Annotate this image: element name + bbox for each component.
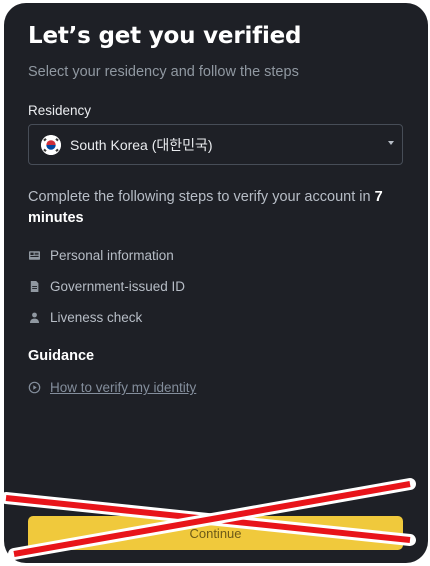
person-icon <box>30 312 39 323</box>
caret-down-icon <box>388 141 394 145</box>
continue-button[interactable]: Continue <box>28 516 403 550</box>
document-icon <box>30 281 39 292</box>
how-to-verify-link-label: How to verify my identity <box>50 380 197 395</box>
steps-intro: Complete the following steps to verify y… <box>28 187 388 229</box>
steps-intro-text: Complete the following steps to verify y… <box>28 189 375 205</box>
verification-panel: Let’s get you verified Select your resid… <box>4 3 428 563</box>
south-korea-flag-icon <box>41 134 61 155</box>
residency-value: South Korea (대한민국) <box>70 136 213 153</box>
step-liveness-check: Liveness check <box>28 310 142 325</box>
step-label: Government-issued ID <box>50 279 186 294</box>
guidance-heading: Guidance <box>28 348 95 364</box>
residency-select[interactable]: South Korea (대한민국) <box>28 124 403 165</box>
id-card-icon <box>29 251 40 260</box>
step-label: Liveness check <box>50 310 143 325</box>
screenshot-frame: Let’s get you verified Select your resid… <box>0 0 430 566</box>
step-label: Personal information <box>50 248 174 263</box>
play-circle-icon <box>28 381 41 394</box>
step-government-id: Government-issued ID <box>28 279 185 294</box>
step-personal-information: Personal information <box>28 248 174 263</box>
page-title: Let’s get you verified <box>28 23 302 49</box>
how-to-verify-link[interactable]: How to verify my identity <box>28 380 196 395</box>
page-subtitle: Select your residency and follow the ste… <box>28 64 299 80</box>
residency-label: Residency <box>28 103 92 118</box>
